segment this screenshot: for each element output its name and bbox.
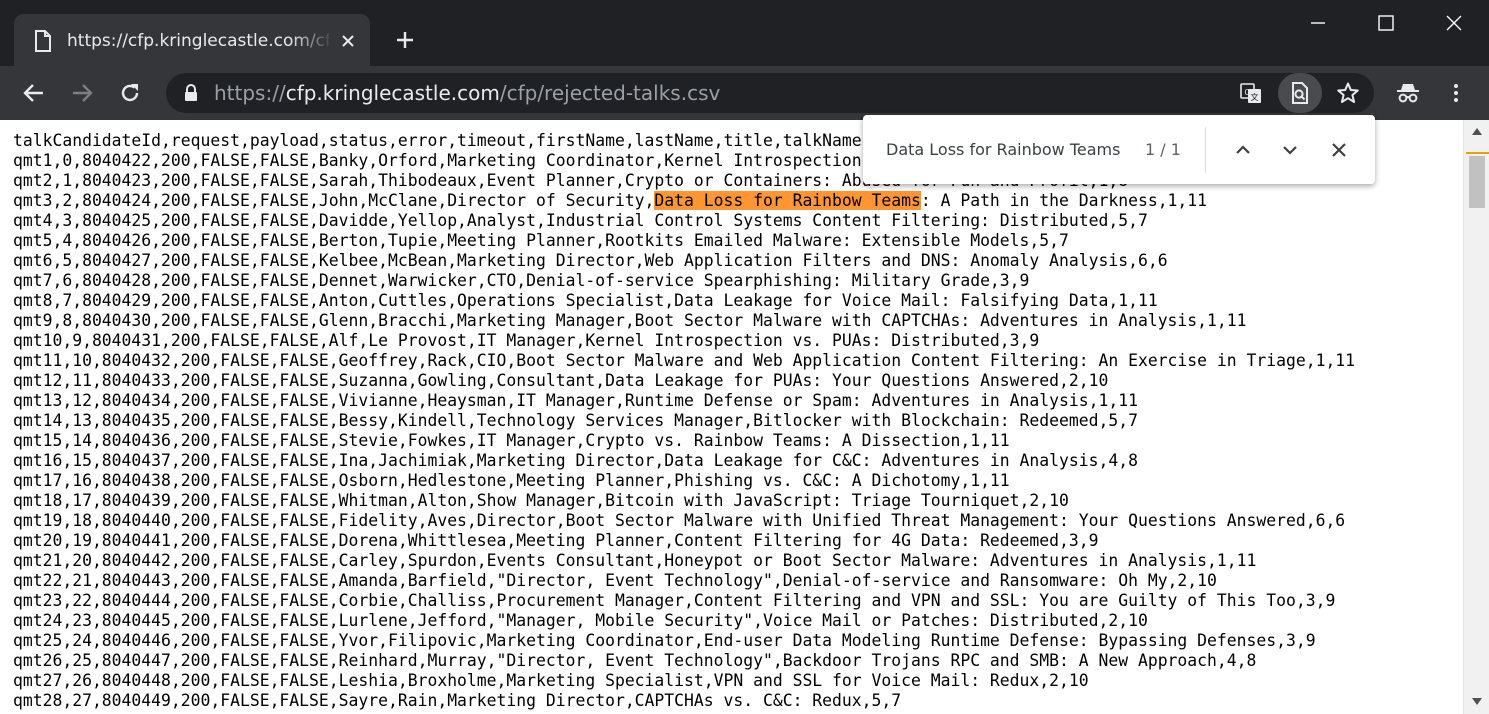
file-icon — [35, 30, 51, 52]
find-match-highlight: Data Loss for Rainbow Teams — [654, 191, 921, 210]
find-previous-button[interactable] — [1228, 135, 1258, 165]
url-path: /cfp/rejected-talks.csv — [499, 81, 721, 105]
url-scheme: https:// — [214, 81, 286, 105]
csv-text[interactable]: talkCandidateId,request,payload,status,e… — [13, 131, 1355, 711]
chevron-up-icon — [1236, 145, 1250, 154]
maximize-icon — [1378, 15, 1394, 31]
chevron-down-icon — [1283, 146, 1297, 155]
forward-button[interactable] — [67, 78, 97, 108]
csv-text-after: : A Path in the Darkness,1,11 qmt4,3,804… — [13, 191, 1356, 710]
find-close-button[interactable] — [1324, 135, 1354, 165]
arrow-left-icon — [23, 84, 43, 102]
bookmark-button[interactable] — [1334, 79, 1362, 107]
maximize-button[interactable] — [1371, 8, 1401, 38]
svg-text:文: 文 — [1251, 92, 1259, 102]
find-bar: Data Loss for Rainbow Teams 1 / 1 — [863, 115, 1375, 184]
translate-button[interactable]: G 文 — [1237, 79, 1265, 107]
reload-button[interactable] — [115, 78, 145, 108]
close-icon — [1332, 143, 1346, 157]
translate-icon: G 文 — [1240, 83, 1261, 103]
tab-rejected-talks[interactable]: https://cfp.kringlecastle.com/cfp/reject… — [14, 14, 370, 66]
close-icon — [1446, 15, 1462, 31]
lock-icon — [185, 84, 197, 101]
vertical-scrollbar[interactable] — [1463, 120, 1489, 714]
minimize-icon — [1311, 22, 1325, 24]
find-next-button[interactable] — [1275, 135, 1305, 165]
scroll-down-arrow-icon[interactable] — [1472, 698, 1482, 705]
plus-icon — [397, 32, 413, 48]
find-divider — [1205, 127, 1206, 173]
url-text[interactable]: https://cfp.kringlecastle.com/cfp/reject… — [214, 81, 720, 105]
incognito-button[interactable] — [1393, 78, 1423, 108]
page-content: talkCandidateId,request,payload,status,e… — [0, 120, 1463, 714]
minimize-button[interactable] — [1303, 8, 1333, 38]
new-tab-button[interactable] — [392, 27, 418, 53]
find-in-page-icon — [1286, 79, 1314, 107]
kebab-menu-icon — [1454, 84, 1458, 102]
browser-toolbar: https://cfp.kringlecastle.com/cfp/reject… — [0, 66, 1489, 120]
browser-titlebar: https://cfp.kringlecastle.com/cfp/reject… — [0, 0, 1489, 66]
scrollbar-thumb[interactable] — [1469, 156, 1485, 208]
arrow-right-icon — [73, 84, 93, 102]
window-close-button[interactable] — [1439, 8, 1469, 38]
address-bar[interactable]: https://cfp.kringlecastle.com/cfp/reject… — [166, 73, 1374, 113]
find-input[interactable]: Data Loss for Rainbow Teams — [886, 139, 1126, 161]
scroll-up-arrow-icon[interactable] — [1472, 128, 1482, 135]
find-match-count: 1 / 1 — [1145, 140, 1181, 159]
find-match-marker — [1466, 152, 1489, 154]
menu-button[interactable] — [1441, 78, 1471, 108]
reload-icon — [121, 84, 139, 102]
url-host: cfp.kringlecastle.com — [285, 81, 500, 105]
star-icon — [1337, 82, 1359, 103]
close-icon[interactable] — [336, 29, 360, 53]
incognito-icon — [1397, 84, 1419, 103]
back-button[interactable] — [19, 78, 49, 108]
tab-title-fade — [289, 24, 334, 54]
